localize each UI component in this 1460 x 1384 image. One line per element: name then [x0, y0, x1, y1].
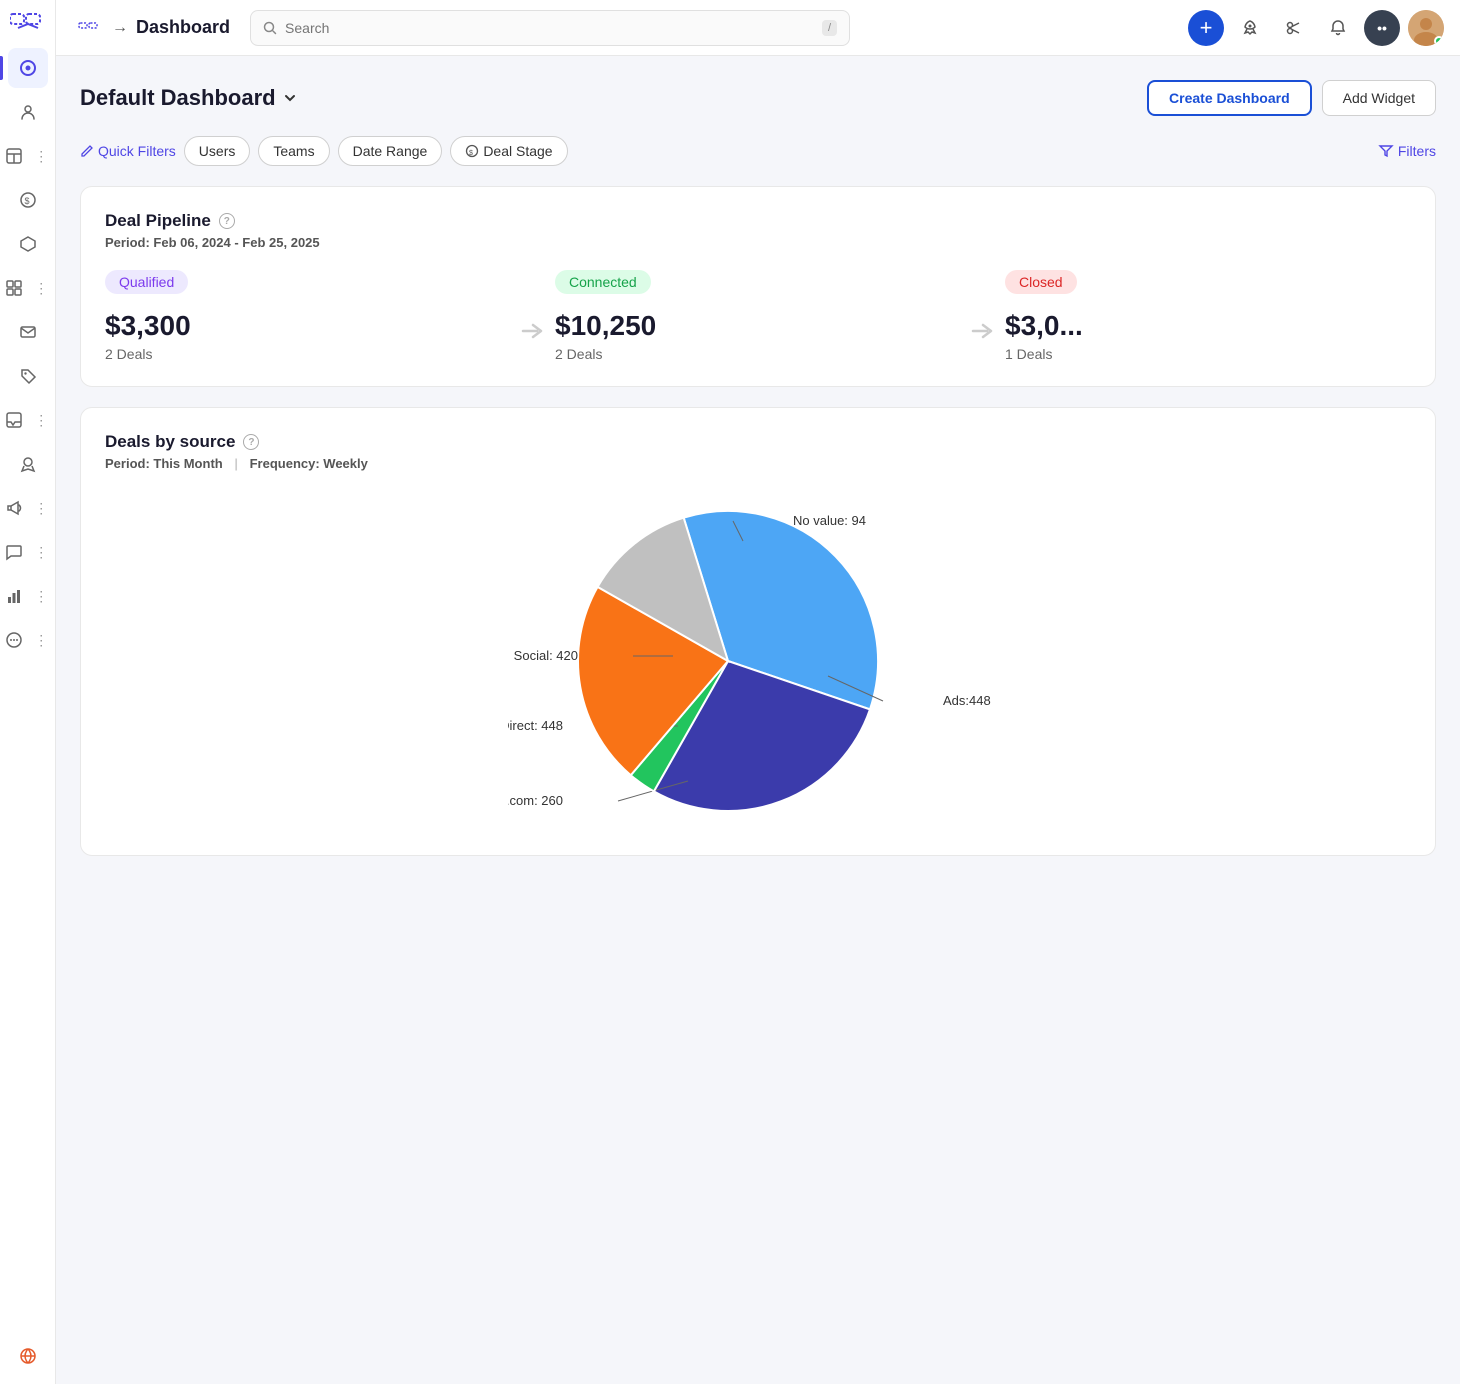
nav-row-widgets: ⋮ — [0, 268, 55, 308]
avatar-online-dot — [1434, 36, 1444, 46]
filter-deal-stage[interactable]: $ Deal Stage — [450, 136, 567, 166]
deals-by-source-info-icon[interactable]: ? — [243, 434, 259, 450]
sidebar-dots-widgets[interactable]: ⋮ — [28, 278, 56, 298]
sidebar-item-more[interactable] — [0, 620, 28, 660]
svg-text:Social: 420: Social: 420 — [514, 648, 578, 663]
sidebar-dots-megaphone[interactable]: ⋮ — [28, 498, 56, 518]
sidebar-item-deals[interactable]: $ — [8, 180, 48, 220]
connected-badge: Connected — [555, 270, 651, 294]
chevron-down-icon — [282, 90, 298, 106]
pie-chart: Ads:448 Google.com: 260 Direct: 448 Social:… — [508, 491, 1008, 831]
quick-filters-label[interactable]: Quick Filters — [80, 143, 176, 159]
filters-button[interactable]: Filters — [1378, 143, 1436, 159]
connected-deals: 2 Deals — [555, 346, 961, 362]
filter-date-range[interactable]: Date Range — [338, 136, 443, 166]
sidebar-item-table[interactable] — [0, 136, 28, 176]
nav-row-inbox: ⋮ — [0, 400, 55, 440]
pencil-icon — [80, 144, 94, 158]
pipeline-stages: Qualified $3,300 2 Deals Connected — [105, 270, 1411, 362]
back-nav[interactable] — [72, 16, 104, 40]
search-input[interactable] — [285, 20, 814, 36]
deals-by-source-subtitle: Period: This Month | Frequency: Weekly — [105, 456, 1411, 471]
pipeline-arrow-1 — [511, 300, 555, 362]
deal-pipeline-title: Deal Pipeline ? — [105, 211, 1411, 231]
sidebar-dots-chart[interactable]: ⋮ — [28, 586, 56, 606]
pipeline-arrow-2 — [961, 300, 1005, 362]
topbar-arrow[interactable]: → — [112, 19, 128, 37]
svg-text:Google.com: 260: Google.com: 260 — [508, 793, 563, 808]
svg-text:Ads:448: Ads:448 — [943, 693, 991, 708]
pipeline-stage-connected: Connected $10,250 2 Deals — [555, 270, 961, 362]
sidebar-item-megaphone[interactable] — [0, 488, 28, 528]
funnel-icon — [1378, 143, 1394, 159]
pipeline-stage-qualified: Qualified $3,300 2 Deals — [105, 270, 511, 362]
qualified-amount: $3,300 — [105, 310, 511, 342]
pipeline-stage-closed: Closed $3,0... 1 Deals — [1005, 270, 1411, 362]
add-button[interactable]: + — [1188, 10, 1224, 46]
qualified-badge: Qualified — [105, 270, 188, 294]
sidebar-dots-chat[interactable]: ⋮ — [28, 542, 56, 562]
filter-users[interactable]: Users — [184, 136, 251, 166]
nav-row-chat: ⋮ — [0, 532, 55, 572]
add-widget-button[interactable]: Add Widget — [1322, 80, 1436, 116]
sidebar-item-chat[interactable] — [0, 532, 28, 572]
closed-deals: 1 Deals — [1005, 346, 1411, 362]
sidebar-item-inbox[interactable] — [0, 400, 28, 440]
presence-button[interactable]: •• — [1364, 10, 1400, 46]
nav-row-table: ⋮ — [0, 136, 55, 176]
dashboard-actions: Create Dashboard Add Widget — [1147, 80, 1436, 116]
closed-badge: Closed — [1005, 270, 1077, 294]
page-title: Dashboard — [136, 17, 230, 38]
nav-row-megaphone: ⋮ — [0, 488, 55, 528]
sidebar-item-box[interactable] — [8, 224, 48, 264]
deal-stage-icon: $ — [465, 144, 479, 158]
rocket-button[interactable] — [1232, 10, 1268, 46]
search-bar[interactable]: / — [250, 10, 850, 46]
nav-row-more: ⋮ — [0, 620, 55, 660]
content-area: Default Dashboard Create Dashboard Add W… — [56, 56, 1460, 1384]
connected-amount: $10,250 — [555, 310, 961, 342]
deal-pipeline-card: Deal Pipeline ? Period: Feb 06, 2024 - F… — [80, 186, 1436, 387]
sidebar-item-badge[interactable] — [8, 444, 48, 484]
sidebar-dots-inbox[interactable]: ⋮ — [28, 410, 56, 430]
sidebar-dots-more[interactable]: ⋮ — [28, 630, 56, 650]
svg-text:Direct: 448: Direct: 448 — [508, 718, 563, 733]
nav-row-chart: ⋮ — [0, 576, 55, 616]
sidebar-dots-table[interactable]: ⋮ — [28, 146, 56, 166]
svg-text:$: $ — [24, 196, 29, 206]
deals-by-source-card: Deals by source ? Period: This Month | F… — [80, 407, 1436, 856]
search-icon — [263, 21, 277, 35]
closed-amount: $3,0... — [1005, 310, 1411, 342]
sidebar: ⋮ $ ⋮ — [0, 0, 56, 1384]
svg-text:$: $ — [469, 150, 473, 157]
deal-pipeline-info-icon[interactable]: ? — [219, 213, 235, 229]
pie-chart-container: Ads:448 Google.com: 260 Direct: 448 Social:… — [105, 491, 1411, 831]
scissors-button[interactable] — [1276, 10, 1312, 46]
logo[interactable] — [8, 8, 48, 40]
qualified-deals: 2 Deals — [105, 346, 511, 362]
svg-text:No value: 94: No value: 94 — [793, 513, 866, 528]
dashboard-title[interactable]: Default Dashboard — [80, 85, 298, 111]
filter-teams[interactable]: Teams — [258, 136, 329, 166]
bell-button[interactable] — [1320, 10, 1356, 46]
quick-filters-bar: Quick Filters Users Teams Date Range $ D… — [80, 136, 1436, 166]
dashboard-header: Default Dashboard Create Dashboard Add W… — [80, 80, 1436, 116]
sidebar-bottom — [8, 1336, 48, 1376]
topbar: → Dashboard / + — [56, 0, 1460, 56]
create-dashboard-button[interactable]: Create Dashboard — [1147, 80, 1312, 116]
sidebar-item-tag[interactable] — [8, 356, 48, 396]
sidebar-item-dashboard[interactable] — [8, 48, 48, 88]
deal-pipeline-subtitle: Period: Feb 06, 2024 - Feb 25, 2025 — [105, 235, 1411, 250]
search-shortcut: / — [822, 20, 837, 36]
main-area: → Dashboard / + — [56, 0, 1460, 1384]
topbar-actions: + •• — [1188, 10, 1444, 46]
deals-by-source-title: Deals by source ? — [105, 432, 1411, 452]
sidebar-item-mail[interactable] — [8, 312, 48, 352]
sidebar-item-chart[interactable] — [0, 576, 28, 616]
sidebar-item-contacts[interactable] — [8, 92, 48, 132]
sidebar-item-widgets[interactable] — [0, 268, 28, 308]
sidebar-item-globe[interactable] — [8, 1336, 48, 1376]
avatar[interactable] — [1408, 10, 1444, 46]
